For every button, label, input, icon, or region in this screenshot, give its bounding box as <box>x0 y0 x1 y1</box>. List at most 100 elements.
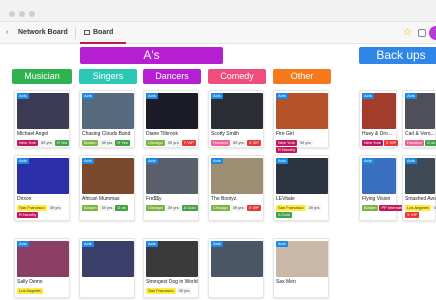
acts-badge: Acts <box>276 241 288 247</box>
column-header-dancers[interactable]: Dancers <box>143 69 201 84</box>
acts-badge: Acts <box>276 158 288 164</box>
back-arrow-icon[interactable]: ‹ <box>6 29 8 36</box>
card-title: Huey & Dro... <box>362 131 393 137</box>
breadcrumb-network-board[interactable]: Network Board <box>18 29 68 36</box>
divider <box>75 27 76 39</box>
card-title: Fire Girl <box>276 131 294 137</box>
board-card[interactable]: Acts The Bootyz. Chicago 39 yrs X VIP <box>208 155 264 221</box>
tag-chip: 39 yrs <box>99 205 115 211</box>
card-title: Michael Angel <box>17 131 49 137</box>
acts-badge: Acts <box>405 93 417 99</box>
card-title: Strongest Dog in World <box>146 279 198 285</box>
card-title: LEVitate <box>276 196 295 202</box>
board-card[interactable]: Acts Fire Girl New York 39 yrsR Novelty <box>273 90 329 153</box>
card-tags: New York 39 yrs R Yes <box>17 140 71 147</box>
board-card[interactable]: Acts <box>79 238 135 298</box>
tag-chip: R Novelty <box>276 147 298 153</box>
board-card[interactable]: Acts <box>208 238 264 298</box>
acts-badge: Acts <box>82 241 94 247</box>
board-card[interactable]: Acts Drixon San Francisco 39 yrs R Novelty <box>14 155 70 221</box>
card-tags: Boston 39 yrs R Yes <box>82 140 136 147</box>
tag-chip: Chicago <box>211 205 230 211</box>
board-card[interactable]: Acts LEVitate San Francisco 39 yrs A Gold <box>273 155 329 221</box>
group-header-as[interactable]: A's <box>80 47 223 64</box>
window-zoom-control[interactable] <box>29 11 35 17</box>
tag-chip: San Francisco <box>17 205 47 211</box>
tab-board[interactable]: Board <box>93 29 113 36</box>
column-label: Dancers <box>155 71 189 81</box>
card-title: The Bootyz. <box>211 196 238 202</box>
window-close-control[interactable] <box>9 11 15 17</box>
tag-chip: A Gold <box>276 212 293 218</box>
tag-chip: 39 yrs <box>431 205 436 211</box>
board-card[interactable]: Acts Huey & Dro... New York X VIP <box>359 90 399 148</box>
column-header-other[interactable]: Other <box>273 69 331 84</box>
board-card[interactable]: Acts Sally Demo Los Angeles <box>14 238 70 298</box>
tag-chip: R Yes <box>115 140 130 146</box>
acts-badge: Acts <box>362 93 374 99</box>
board-card[interactable]: Acts Diane Tilbrook Chicago 39 yrs Y VIP <box>143 90 199 148</box>
tag-chip: Boston <box>362 205 379 211</box>
share-icon[interactable] <box>418 29 426 37</box>
tag-chip: X VIP <box>383 140 399 146</box>
card-tags: San Francisco 39 yrs R Novelty <box>17 205 71 219</box>
column-header-singers[interactable]: Singers <box>79 69 137 84</box>
acts-badge: Acts <box>17 241 29 247</box>
board-card[interactable]: Acts Smashed Avo Los Angeles39 yrs X VIP <box>402 155 436 221</box>
tag-chip: X VIP <box>405 212 420 218</box>
board-card[interactable]: Acts Chasing Clouds Band Boston 39 yrs R Yes <box>79 90 135 148</box>
card-title: Sax Men <box>276 279 296 285</box>
acts-badge: Acts <box>146 241 158 247</box>
tag-chip: 39 yrs <box>297 140 313 146</box>
column-header-comedy[interactable]: Comedy <box>208 69 266 84</box>
board-card[interactable]: Acts Carl & Vero... Houston G ok <box>402 90 436 148</box>
tag-chip: New York <box>276 140 297 146</box>
acts-badge: Acts <box>82 93 94 99</box>
acts-badge: Acts <box>17 93 29 99</box>
group-header-back-ups[interactable]: Back ups <box>359 47 436 64</box>
tag-chip: Boston <box>82 140 99 146</box>
board-card[interactable]: Acts Flying Vision Boston PP Internati... <box>359 155 408 221</box>
tag-chip: 39 yrs <box>47 205 63 211</box>
tag-chip: R Novelty <box>17 212 39 218</box>
column-label: Other <box>290 71 314 81</box>
window-titlebar <box>0 0 436 22</box>
board-card[interactable]: Acts Michael Angel New York 39 yrs R Yes <box>14 90 70 148</box>
column-label: Musician <box>24 71 60 81</box>
avatar[interactable] <box>429 26 436 40</box>
board-card[interactable]: Acts Fre$$y Chicago 39 yrs A Gold <box>143 155 199 221</box>
column-label: Comedy <box>220 71 254 81</box>
card-tags: Chicago 39 yrs X VIP <box>211 205 265 212</box>
board-card[interactable]: Acts Strongest Dog in World San Francisco 3… <box>143 238 199 298</box>
tag-chip: G ok <box>115 205 128 211</box>
tag-chip: 39 yrs <box>176 288 192 294</box>
board-card[interactable]: Acts Sax Men <box>273 238 329 298</box>
card-title: Drixon <box>17 196 32 202</box>
board-card[interactable]: Acts African Mummas Boston 39 yrs G ok <box>79 155 135 221</box>
tag-chip: New York <box>362 140 383 146</box>
acts-badge: Acts <box>211 158 223 164</box>
card-tags: Chicago 39 yrs A Gold <box>146 205 200 212</box>
card-title: Carl & Vero... <box>405 131 435 137</box>
tag-chip: 39 yrs <box>165 205 181 211</box>
card-tags: Los Angeles <box>17 288 71 295</box>
tag-chip: 39 yrs <box>165 140 181 146</box>
tag-chip: Boston <box>82 205 99 211</box>
star-icon[interactable]: ☆ <box>403 27 412 38</box>
card-tags: San Francisco 39 yrs <box>146 288 200 295</box>
acts-badge: Acts <box>405 158 417 164</box>
app-window: ‹ Network Board Board ☆ A's Back ups Mus… <box>0 0 436 300</box>
acts-badge: Acts <box>146 158 158 164</box>
card-tags: Chicago 39 yrs Y VIP <box>146 140 200 147</box>
card-title: Diane Tilbrook <box>146 131 178 137</box>
window-minimize-control[interactable] <box>19 11 25 17</box>
tag-chip: R Yes <box>54 140 70 146</box>
card-title: Scotty Smith <box>211 131 240 137</box>
board-card[interactable]: Acts Scotty Smith Houston 39 yrs X VIP <box>208 90 264 148</box>
card-tags: New York 39 yrsR Novelty <box>276 140 330 154</box>
card-title: Fre$$y <box>146 196 162 202</box>
tag-chip: Los Angeles <box>17 288 43 294</box>
tag-chip: 39 yrs <box>99 140 115 146</box>
acts-badge: Acts <box>146 93 158 99</box>
column-header-musician[interactable]: Musician <box>12 69 72 84</box>
